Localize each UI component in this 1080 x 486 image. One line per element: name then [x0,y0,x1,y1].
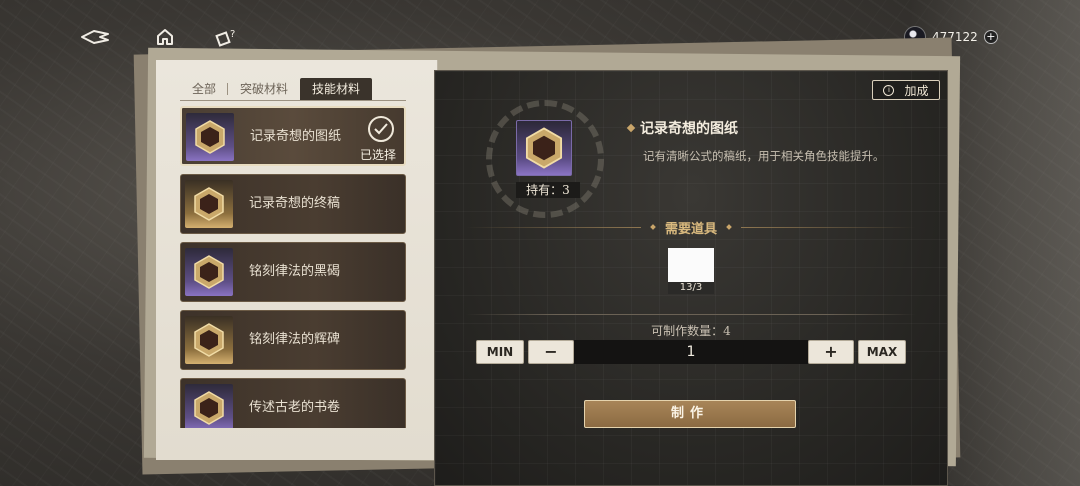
max-button[interactable]: MAX [858,340,906,364]
item-description: 记有清晰公式的稿纸，用于相关角色技能提升。 [643,149,885,163]
min-button[interactable]: MIN [476,340,524,364]
category-tabs: 全部 突破材料 技能材料 [180,78,373,100]
add-currency-button[interactable]: + [983,30,998,44]
list-item[interactable]: 铭刻律法的黑碣 [180,242,406,302]
list-item[interactable]: 铭刻律法的辉碑 [180,310,406,370]
item-thumbnail [186,113,234,161]
hexagon-material-icon [194,323,224,357]
hexagon-material-icon [194,255,224,289]
home-icon[interactable] [150,24,180,50]
bonus-label: 加成 [904,83,929,98]
item-thumbnail [185,384,233,428]
divider-line [466,226,641,228]
diamond-icon [626,123,636,133]
material-list[interactable]: 记录奇想的图纸 已选择 记录奇想的终稿 铭刻律法的黑碣 铭刻律法的辉碑 传述古老… [180,106,408,428]
required-item-count: 13/3 [668,282,714,294]
held-count: 持有：3 [516,182,580,198]
tab-all[interactable]: 全部 [180,78,229,100]
hexagon-material-icon [194,391,224,425]
quantity-selector: MIN − 1 + MAX [476,340,908,366]
required-items-label: 需要道具 [665,221,718,237]
item-thumbnail [185,180,233,228]
tab-skill-materials[interactable]: 技能材料 [300,78,373,100]
craft-button[interactable]: 制作 [584,400,796,428]
divider-line [466,314,916,315]
item-label: 记录奇想的终稿 [249,196,341,211]
diamond-icon [726,224,732,230]
item-label: 记录奇想的图纸 [250,129,342,144]
divider-line [741,226,917,228]
check-icon [368,116,394,142]
svg-text:?: ? [230,29,235,40]
diamond-icon [650,224,656,230]
quantity-field[interactable]: 1 [574,340,808,364]
item-label: 传述古老的书卷 [249,400,341,415]
tab-breakthrough-materials[interactable]: 突破材料 [228,78,300,100]
item-title-text: 记录奇想的图纸 [640,121,738,137]
hexagon-material-icon [195,120,225,154]
bonus-button[interactable]: i 加成 [872,80,940,100]
help-icon[interactable]: ? [212,24,242,50]
required-items-heading: 需要道具 [466,218,917,237]
list-item[interactable]: 传述古老的书卷 [180,378,406,428]
hexagon-material-icon [525,127,563,169]
hexagon-material-icon [194,187,224,221]
decrement-button[interactable]: − [528,340,574,364]
item-label: 铭刻律法的辉碑 [249,332,341,347]
item-label: 铭刻律法的黑碣 [249,264,341,279]
back-icon[interactable] [80,24,110,50]
selected-item-image [516,120,572,176]
list-item[interactable]: 记录奇想的图纸 已选择 [180,106,406,166]
craftable-quantity: 可制作数量：4 [651,324,731,338]
info-icon: i [883,84,895,96]
list-item[interactable]: 记录奇想的终稿 [180,174,406,234]
selected-label: 已选择 [359,148,396,162]
increment-button[interactable]: + [808,340,854,364]
item-thumbnail [185,316,233,364]
item-thumbnail [185,248,233,296]
tab-underline [180,100,406,101]
item-title: 记录奇想的图纸 [626,118,738,138]
